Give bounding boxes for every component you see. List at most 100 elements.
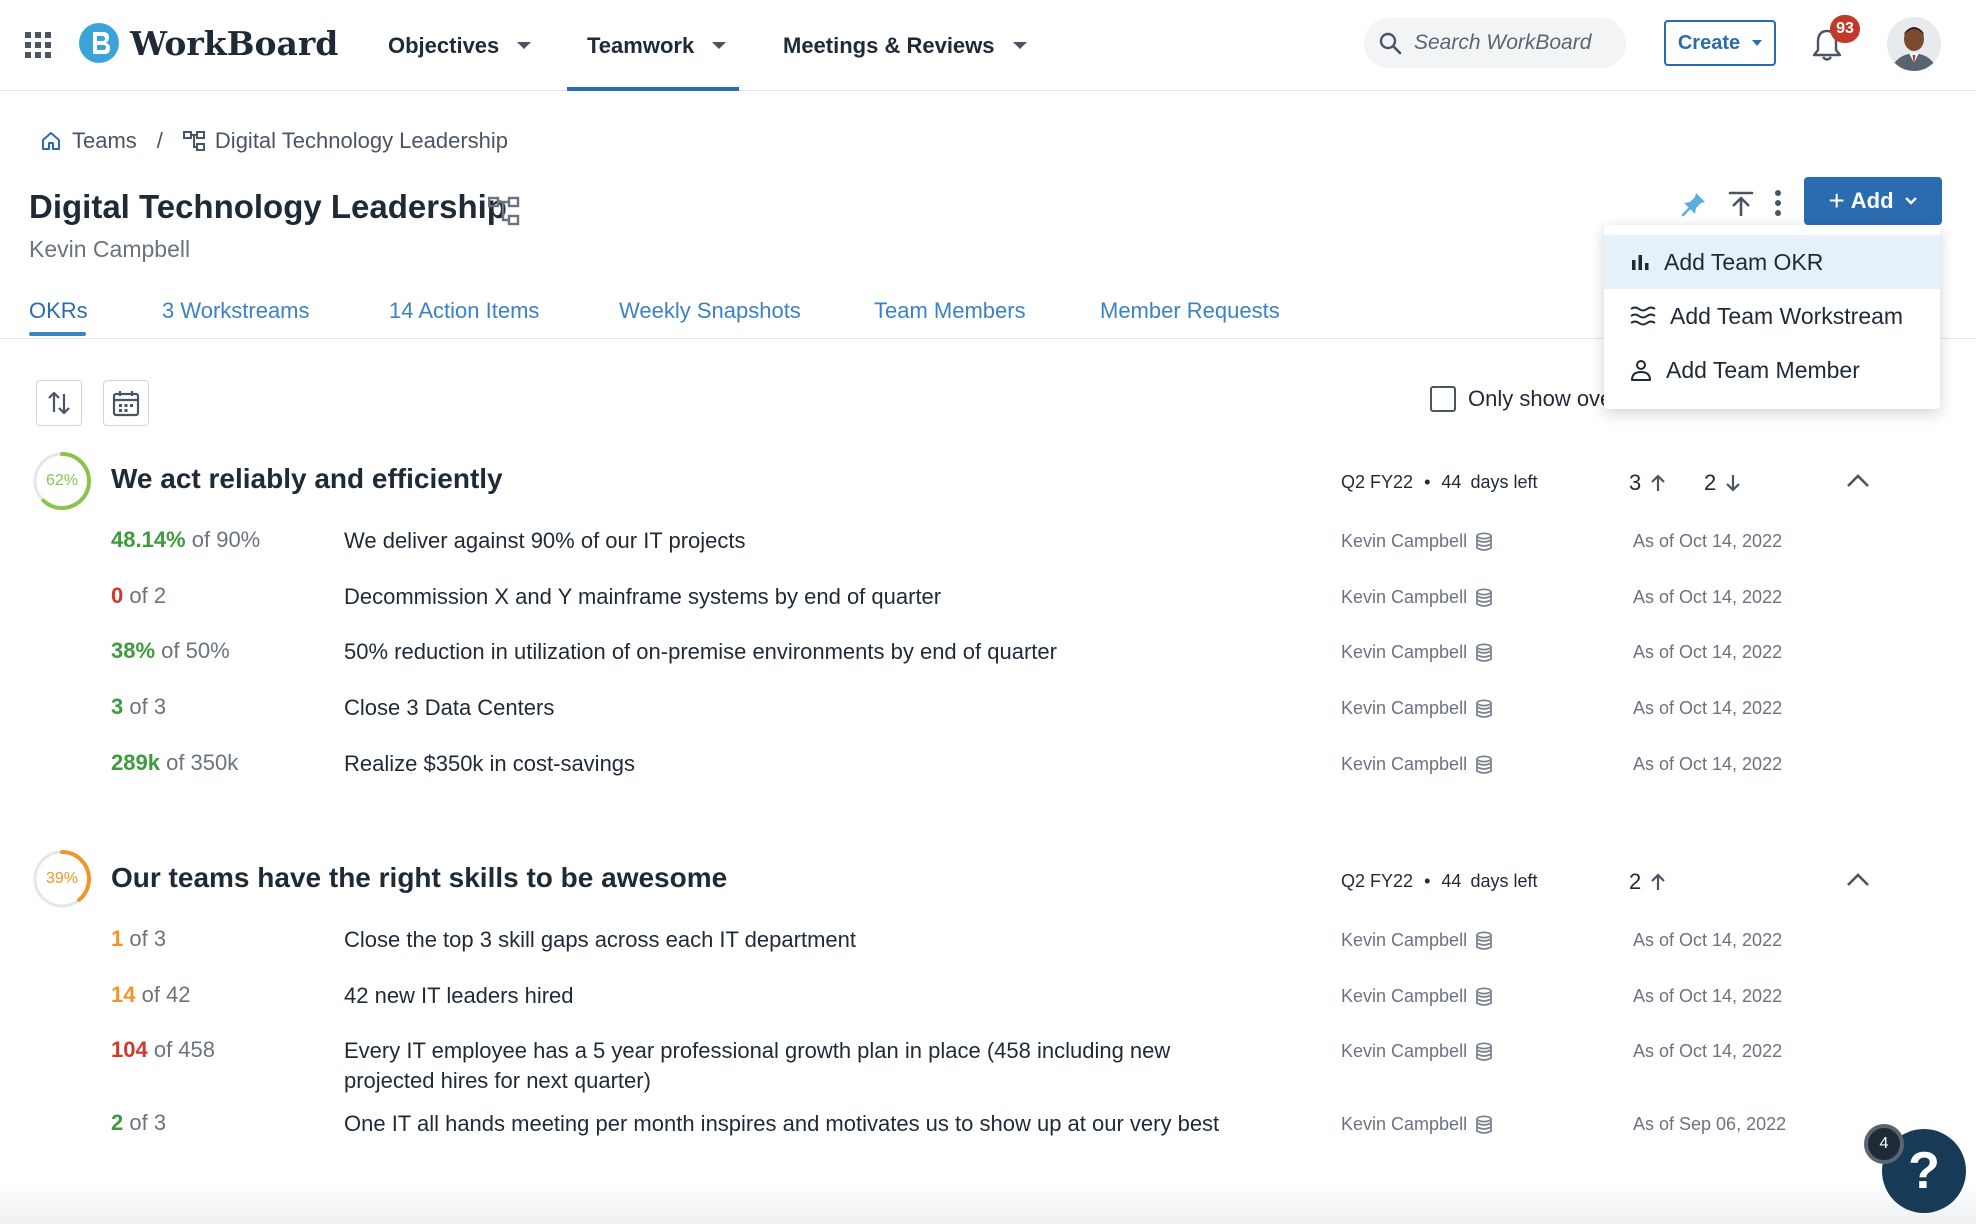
kr-name[interactable]: We deliver against 90% of our IT project… [344,526,1224,556]
objective-days-left-label: days left [1470,871,1538,891]
nav-meetings-reviews[interactable]: Meetings & Reviews [783,0,1027,91]
workboard-logo-icon [79,23,119,63]
kr-owner: Kevin Campbell [1341,754,1493,775]
sort-button[interactable] [36,380,82,426]
kr-date: As of Oct 14, 2022 [1633,587,1783,607]
chevron-down-icon [1752,40,1763,46]
objective-period: Q2 FY22 • 44 days left [1341,871,1538,891]
breadcrumb-teams-link[interactable]: Teams [72,128,137,154]
kr-owner: Kevin Campbell [1341,1041,1493,1062]
objective-title[interactable]: We act reliably and efficiently [111,463,503,495]
kr-score: 48.14% of 90% [111,527,260,553]
kr-name[interactable]: Close 3 Data Centers [344,693,1224,723]
kr-date: As of Oct 14, 2022 [1633,754,1783,774]
objective-days-left-label: days left [1470,472,1538,492]
workboard-logo[interactable]: WorkBoard [78,22,338,64]
menu-item-label: Add Team Member [1666,356,1860,383]
kr-owner-name: Kevin Campbell [1341,930,1468,950]
kr-date: As of Oct 14, 2022 [1633,986,1783,1006]
kr-owner-name: Kevin Campbell [1341,1114,1468,1134]
tab-member-requests[interactable]: Member Requests [1100,298,1280,324]
objective-quarter: Q2 FY22 [1341,472,1414,492]
tab-action-items[interactable]: 14 Action Items [389,298,539,324]
collapse-icon[interactable] [1846,474,1870,488]
menu-add-team-member[interactable]: Add Team Member [1604,343,1940,397]
tab-okrs[interactable]: OKRs [29,298,88,324]
kr-target: of 2 [129,583,167,608]
only-show-label: Only show ove [1468,386,1613,411]
kr-score-value: 14 [111,982,136,1007]
kr-name[interactable]: Decommission X and Y mainframe systems b… [344,582,1224,612]
kr-name[interactable]: Realize $350k in cost-savings [344,749,1224,779]
kr-score: 38% of 50% [111,638,230,664]
help-count-badge: 4 [1864,1124,1904,1164]
kr-name[interactable]: Every IT employee has a 5 year professio… [344,1036,1224,1096]
search-icon [1379,32,1402,55]
app-name: WorkBoard [130,23,339,63]
collapse-icon[interactable] [1846,873,1870,887]
kr-date: As of Oct 14, 2022 [1633,642,1783,662]
kr-score-value: 0 [111,583,124,608]
database-icon [1475,588,1493,608]
objective-period: Q2 FY22 • 44 days left [1341,472,1538,492]
app-grid-icon[interactable] [25,32,51,58]
database-icon [1475,931,1493,951]
kr-date: As of Sep 06, 2022 [1633,1114,1787,1134]
add-button[interactable]: + Add [1804,177,1942,225]
kr-owner-name: Kevin Campbell [1341,698,1468,718]
kr-owner: Kevin Campbell [1341,587,1493,608]
search-box[interactable] [1364,18,1626,68]
tab-team-members[interactable]: Team Members [874,298,1026,324]
menu-item-label: Add Team Workstream [1670,302,1904,329]
kr-target: of 42 [141,982,191,1007]
kr-score: 14 of 42 [111,982,191,1008]
menu-add-team-okr[interactable]: Add Team OKR [1604,235,1940,289]
kr-date: As of Oct 14, 2022 [1633,698,1783,718]
chevron-down-icon [517,42,532,49]
kr-owner: Kevin Campbell [1341,1114,1493,1135]
aligned-up-count[interactable]: 2 [1629,869,1667,895]
objective-days-left: 44 [1441,871,1462,891]
more-options-icon[interactable] [1772,188,1784,218]
nav-meetings-label: Meetings & Reviews [783,32,995,58]
create-button[interactable]: Create [1664,20,1776,66]
search-input[interactable] [1414,31,1614,55]
tab-weekly-snapshots[interactable]: Weekly Snapshots [619,298,801,324]
aligned-down-count[interactable]: 2 [1704,470,1742,496]
org-chart-icon[interactable] [488,196,520,226]
kr-name[interactable]: One IT all hands meeting per month inspi… [344,1109,1224,1139]
kr-score: 1 of 3 [111,926,166,952]
menu-add-team-workstream[interactable]: Add Team Workstream [1604,289,1940,343]
kr-name[interactable]: 50% reduction in utilization of on-premi… [344,637,1224,667]
kr-owner: Kevin Campbell [1341,986,1493,1007]
only-show-checkbox[interactable] [1430,386,1456,412]
top-navigation-bar: WorkBoard Objectives Teamwork Meetings &… [0,0,1976,91]
kr-target: of 3 [129,694,167,719]
page-owner: Kevin Campbell [29,236,191,262]
calendar-icon [112,391,140,417]
kr-owner: Kevin Campbell [1341,698,1493,719]
objective-title[interactable]: Our teams have the right skills to be aw… [111,862,727,894]
nav-teamwork[interactable]: Teamwork [587,0,727,91]
kr-name[interactable]: Close the top 3 skill gaps across each I… [344,925,1224,955]
kr-score: 0 of 2 [111,583,166,609]
database-icon [1475,1042,1493,1062]
move-to-top-icon[interactable] [1727,190,1755,218]
arrow-up-icon [1651,873,1666,890]
kr-name[interactable]: 42 new IT leaders hired [344,981,1224,1011]
kr-score-value: 1 [111,926,124,951]
database-icon [1475,643,1493,663]
user-avatar[interactable] [1887,17,1941,71]
aligned-up-count[interactable]: 3 [1629,470,1667,496]
kr-target: of 3 [129,1110,167,1135]
menu-item-label: Add Team OKR [1664,248,1824,275]
calendar-button[interactable] [103,380,149,426]
chevron-down-icon [1012,42,1027,49]
chevron-down-icon [712,42,727,49]
tab-workstreams[interactable]: 3 Workstreams [162,298,310,324]
page-title: Digital Technology Leadership [29,188,507,225]
pin-icon[interactable] [1680,190,1708,218]
nav-objectives[interactable]: Objectives [388,0,532,91]
database-icon [1475,987,1493,1007]
down-count: 2 [1704,470,1717,495]
